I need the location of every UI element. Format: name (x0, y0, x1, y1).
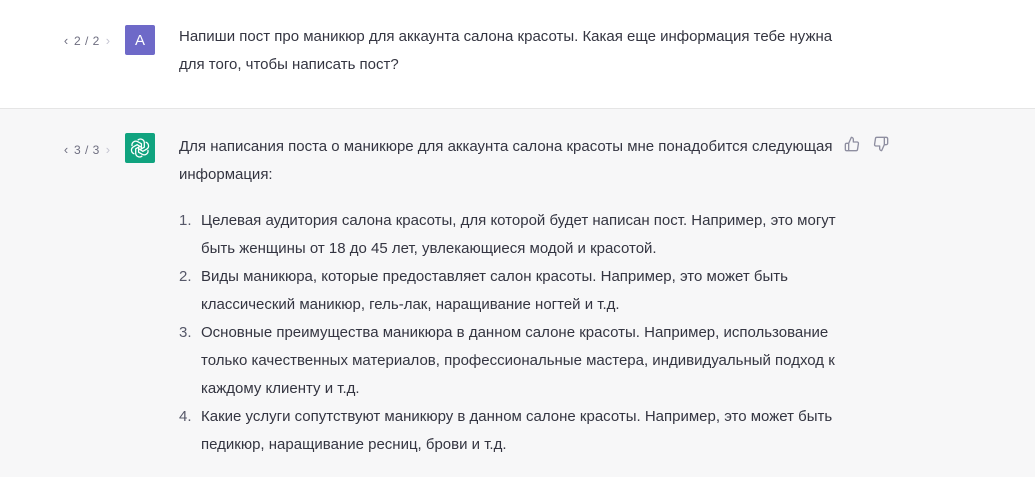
next-response-button[interactable]: › (102, 142, 114, 157)
list-item-text: Виды маникюра, которые предоставляет сал… (201, 268, 788, 313)
list-item-number: 3. (179, 324, 192, 341)
assistant-message-text: Для написания поста о маникюре для аккау… (179, 133, 839, 459)
list-item-text: Основные преимущества маникюра в данном … (201, 324, 835, 397)
assistant-numbered-list: 1. Целевая аудитория салона красоты, для… (179, 207, 839, 459)
thumbs-up-icon[interactable] (843, 135, 860, 152)
user-message-text: Напиши пост про маникюр для аккаунта сал… (179, 23, 839, 79)
list-item-number: 1. (179, 212, 192, 229)
user-message-row: ‹ 2 / 2 › A Напиши пост про маникюр для … (0, 0, 1035, 109)
assistant-intro-paragraph: Для написания поста о маникюре для аккау… (179, 138, 833, 183)
user-message-pager: ‹ 2 / 2 › (60, 33, 114, 48)
list-item: 1. Целевая аудитория салона красоты, для… (179, 207, 839, 263)
list-item: 3. Основные преимущества маникюра в данн… (179, 319, 839, 403)
openai-logo-icon (125, 133, 155, 163)
previous-response-button[interactable]: ‹ (60, 33, 72, 48)
list-item-text: Целевая аудитория салона красоты, для ко… (201, 212, 836, 257)
previous-response-button[interactable]: ‹ (60, 142, 72, 157)
user-avatar: A (125, 25, 155, 55)
user-message-paragraph: Напиши пост про маникюр для аккаунта сал… (179, 28, 833, 73)
next-response-button[interactable]: › (102, 33, 114, 48)
list-item: 4. Какие услуги сопутствуют маникюру в д… (179, 403, 839, 459)
list-item-number: 4. (179, 408, 192, 425)
thumbs-down-icon[interactable] (872, 135, 889, 152)
list-item: 2. Виды маникюра, которые предоставляет … (179, 263, 839, 319)
list-item-number: 2. (179, 268, 192, 285)
response-counter: 3 / 3 (74, 142, 100, 157)
list-item-text: Какие услуги сопутствуют маникюру в данн… (201, 408, 833, 453)
assistant-message-row: ‹ 3 / 3 › Для написания поста о маникюре… (0, 109, 1035, 477)
feedback-buttons (843, 135, 889, 152)
assistant-message-pager: ‹ 3 / 3 › (60, 142, 114, 157)
response-counter: 2 / 2 (74, 33, 100, 48)
